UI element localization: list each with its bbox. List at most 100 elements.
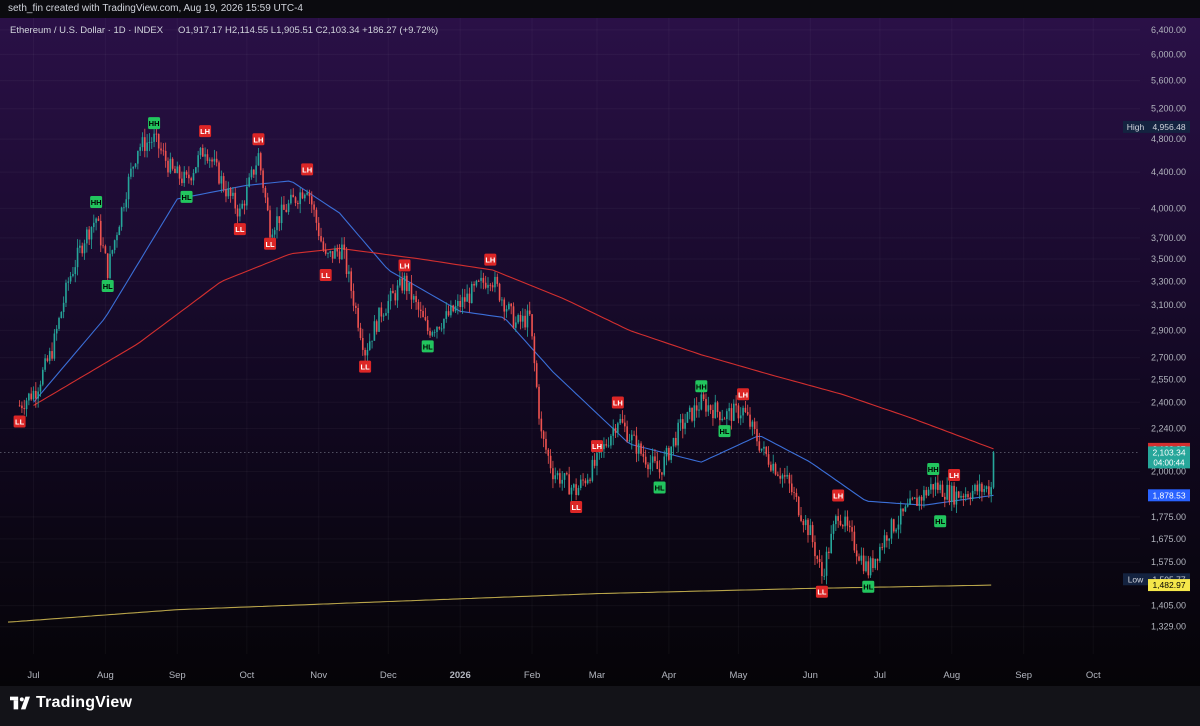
candle-body <box>72 273 74 277</box>
price-tag-value: 2,103.34 <box>1152 447 1185 457</box>
candle-body <box>290 194 292 204</box>
candle-body <box>846 516 849 526</box>
candle-body <box>494 276 496 288</box>
candle-body <box>862 555 865 572</box>
candle-body <box>246 186 248 206</box>
swing-label-text: HL <box>655 484 665 493</box>
candle-body <box>663 456 666 475</box>
candle-body <box>867 561 870 576</box>
swing-label-text: LL <box>321 271 331 280</box>
candle-body <box>262 170 264 188</box>
candle-body <box>749 414 751 427</box>
candle-body <box>86 229 88 244</box>
candle-body <box>306 192 308 195</box>
candle-body <box>118 226 121 236</box>
candle-body <box>552 468 554 480</box>
candle-body <box>510 303 512 307</box>
candle-body <box>844 516 846 527</box>
candle-body <box>99 220 102 246</box>
y-tick-label: 4,400.00 <box>1151 167 1186 177</box>
candle-body <box>297 202 299 205</box>
candle-body <box>974 484 976 491</box>
candle-body <box>835 516 837 525</box>
y-tick-label: 4,800.00 <box>1151 134 1186 144</box>
candle-body <box>139 147 141 151</box>
candle-body <box>410 282 413 300</box>
candle-body <box>324 249 327 254</box>
swing-label-lh: LH <box>611 396 624 409</box>
candle-body <box>841 525 844 527</box>
candle-body <box>802 520 805 526</box>
x-tick-label: Aug <box>943 670 960 681</box>
candle-body <box>487 284 489 288</box>
candle-body <box>642 453 645 457</box>
candle-body <box>786 474 788 477</box>
candle-body <box>904 506 907 512</box>
candle-body <box>918 496 921 506</box>
candle-body <box>292 194 295 198</box>
candle-body <box>204 154 206 157</box>
candle-body <box>218 162 220 184</box>
candle-body <box>804 519 807 526</box>
y-tick-label: 2,400.00 <box>1151 397 1186 407</box>
candle-body <box>950 485 953 502</box>
swing-label-hl: HL <box>934 515 947 528</box>
candle-body <box>716 402 719 412</box>
candle-body <box>348 271 350 274</box>
candle-body <box>886 535 888 541</box>
swing-label-text: HL <box>103 282 113 291</box>
candle-body <box>830 533 832 554</box>
swing-label-text: LH <box>833 492 843 501</box>
candle-body <box>851 527 853 532</box>
candle-body <box>570 487 573 495</box>
candle-body <box>150 141 153 143</box>
price-tag: 1,482.97 <box>1148 579 1190 592</box>
candle-body <box>269 210 271 238</box>
swing-label-text: HH <box>696 382 707 391</box>
swing-label-text: LH <box>400 261 410 270</box>
candle-body <box>102 245 104 247</box>
candle-body <box>225 189 227 197</box>
price-tag-value: 1,878.53 <box>1152 490 1185 500</box>
swing-label-text: LL <box>265 240 275 249</box>
candle-body <box>327 253 329 255</box>
candle-body <box>41 369 44 385</box>
y-tick-label: 3,300.00 <box>1151 276 1186 286</box>
candle-body <box>197 155 199 168</box>
price-chart[interactable]: Ethereum / U.S. Dollar · 1D · INDEX O1,9… <box>0 18 1200 686</box>
candle-body <box>461 297 464 307</box>
x-tick-label: Sep <box>1015 670 1032 681</box>
candle-body <box>610 435 612 446</box>
swing-label-hl: HL <box>653 481 666 494</box>
candle-body <box>960 495 962 498</box>
candle-body <box>81 245 84 254</box>
candle-body <box>545 438 547 450</box>
swing-label-hh: HH <box>927 463 940 476</box>
candle-body <box>266 197 269 211</box>
chart-canvas[interactable]: Ethereum / U.S. Dollar · 1D · INDEX O1,9… <box>0 18 1200 686</box>
candle-body <box>273 230 276 235</box>
candle-body <box>797 496 800 516</box>
candle-body <box>784 475 786 477</box>
swing-label-text: HH <box>91 198 102 207</box>
swing-label-hl: HL <box>862 580 875 593</box>
candle-body <box>257 153 260 166</box>
candle-body <box>464 297 466 302</box>
candle-body <box>51 351 53 359</box>
swing-label-text: HL <box>423 342 433 351</box>
candle-body <box>111 250 114 254</box>
candle-body <box>447 311 450 316</box>
candle-body <box>971 490 974 499</box>
tradingview-logo[interactable]: TradingView <box>10 694 132 712</box>
candle-body <box>252 169 255 175</box>
candle-body <box>869 558 872 576</box>
candle-body <box>707 405 710 412</box>
candle-body <box>538 386 540 419</box>
swing-label-text: LL <box>817 588 827 597</box>
candle-body <box>872 558 874 569</box>
candle-body <box>714 402 717 419</box>
candle-body <box>331 251 334 259</box>
candle-body <box>412 296 415 300</box>
candle-body <box>888 538 890 541</box>
x-tick-label: Mar <box>589 670 605 681</box>
